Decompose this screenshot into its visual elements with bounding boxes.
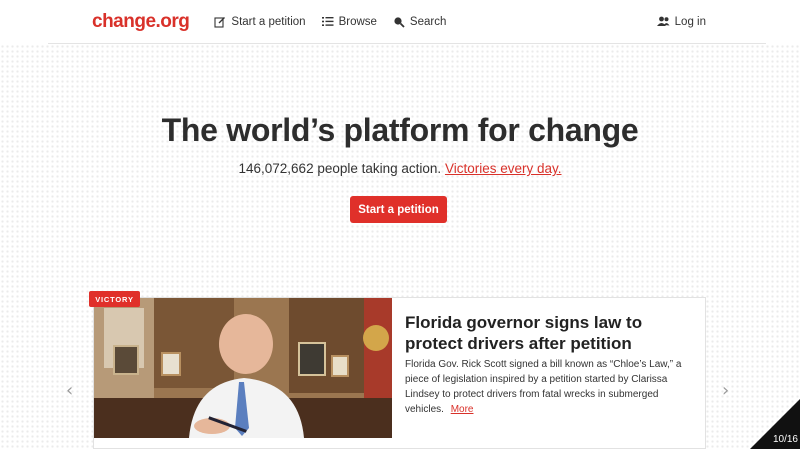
nav-search[interactable]: Search bbox=[393, 16, 446, 28]
nav-search-label: Search bbox=[409, 15, 447, 28]
search-icon bbox=[394, 16, 405, 28]
top-nav: change.org Start a petition Browse Searc… bbox=[48, 0, 766, 44]
chevron-left-icon[interactable]: ‹ bbox=[66, 380, 73, 401]
nav-start-petition-label: Start a petition bbox=[231, 15, 306, 28]
victory-badge: VICTORY bbox=[89, 291, 140, 307]
list-icon bbox=[321, 17, 334, 26]
featured-victory-card[interactable]: Florida governor signs law to protect dr… bbox=[93, 297, 706, 449]
more-link[interactable]: More bbox=[451, 404, 474, 415]
featured-description: Florida Gov. Rick Scott signed a bill kn… bbox=[405, 359, 682, 415]
people-count-text: 146,072,662 people taking action. bbox=[238, 161, 442, 176]
users-icon bbox=[656, 16, 670, 26]
edit-icon bbox=[214, 16, 226, 28]
login-link[interactable]: Log in bbox=[656, 15, 706, 28]
featured-title[interactable]: Florida governor signs law to protect dr… bbox=[405, 312, 695, 354]
login-label: Log in bbox=[674, 15, 706, 28]
hero-title: The world’s platform for change bbox=[161, 112, 639, 148]
featured-photo bbox=[94, 298, 392, 438]
nav-browse-label: Browse bbox=[338, 15, 377, 28]
slide-counter: 10/16 bbox=[772, 434, 798, 445]
start-petition-button[interactable]: Start a petition bbox=[350, 196, 447, 223]
hero-subtitle: 146,072,662 people taking action. Victor… bbox=[0, 161, 800, 176]
featured-body: Florida Gov. Rick Scott signed a bill kn… bbox=[405, 357, 697, 417]
nav-start-petition[interactable]: Start a petition bbox=[214, 15, 306, 28]
nav-browse[interactable]: Browse bbox=[321, 15, 377, 28]
chevron-right-icon[interactable]: › bbox=[722, 380, 729, 401]
victories-link[interactable]: Victories every day. bbox=[445, 161, 562, 176]
logo[interactable]: change.org bbox=[92, 11, 190, 33]
